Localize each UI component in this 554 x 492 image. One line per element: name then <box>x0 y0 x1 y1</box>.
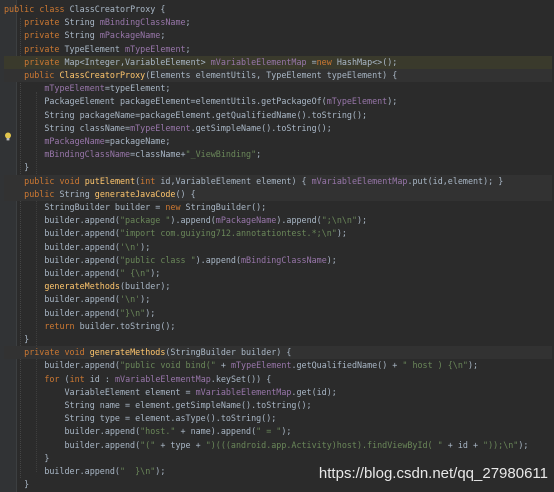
code-line[interactable]: private String mBindingClassName; <box>4 16 552 29</box>
code-line[interactable]: mBindingClassName=className+"_ViewBindin… <box>4 148 552 161</box>
code-line[interactable]: builder.append('\n'); <box>4 241 552 254</box>
code-line[interactable]: private TypeElement mTypeElement; <box>4 43 552 56</box>
code-editor[interactable]: public class ClassCreatorProxy { private… <box>0 0 554 492</box>
code-line[interactable]: String className=mTypeElement.getSimpleN… <box>4 122 552 135</box>
code-line[interactable]: } <box>4 452 552 465</box>
code-line[interactable]: StringBuilder builder = new StringBuilde… <box>4 201 552 214</box>
code-line[interactable]: } <box>4 333 552 346</box>
code-line[interactable]: } <box>4 161 552 174</box>
code-line[interactable]: private void generateMethods(StringBuild… <box>4 346 552 360</box>
code-line[interactable]: public String generateJavaCode() { <box>4 187 552 201</box>
code-line[interactable]: public void putElement(int id,VariableEl… <box>4 174 552 188</box>
code-line[interactable]: for (int id : mVariableElementMap.keySet… <box>4 373 552 386</box>
code-line[interactable]: builder.append("package ").append(mPacka… <box>4 214 552 227</box>
code-line[interactable]: builder.append('\n'); <box>4 293 552 306</box>
code-line[interactable]: builder.append("host." + name).append(" … <box>4 425 552 438</box>
watermark-text: https://blog.csdn.net/qq_27980611 <box>318 465 548 482</box>
code-line[interactable]: VariableElement element = mVariableEleme… <box>4 386 552 399</box>
code-line[interactable]: String name = element.getSimpleName().to… <box>4 399 552 412</box>
code-line[interactable]: generateMethods(builder); <box>4 280 552 293</box>
code-line[interactable]: private Map<Integer,VariableElement> mVa… <box>4 55 552 69</box>
code-line[interactable]: public ClassCreatorProxy(Elements elemen… <box>4 69 552 82</box>
code-line[interactable]: public class ClassCreatorProxy { <box>4 3 552 16</box>
code-line[interactable]: builder.append(" {\n"); <box>4 267 552 280</box>
code-line[interactable]: mPackageName=packageName; <box>4 135 552 148</box>
code-line[interactable]: builder.append("public class ").append(m… <box>4 254 552 267</box>
code-line[interactable]: mTypeElement=typeElement; <box>4 82 552 95</box>
code-line[interactable]: builder.append("public void bind(" + mTy… <box>4 359 552 372</box>
code-line[interactable]: return builder.toString(); <box>4 320 552 333</box>
code-line[interactable]: private String mPackageName; <box>4 29 552 42</box>
code-line[interactable]: builder.append("}\n"); <box>4 307 552 320</box>
code-line[interactable]: PackageElement packageElement=elementUti… <box>4 95 552 108</box>
code-line[interactable]: builder.append("(" + type + ")(((android… <box>4 439 552 452</box>
code-line[interactable]: String packageName=packageElement.getQua… <box>4 109 552 122</box>
code-line[interactable]: builder.append("import com.guiying712.an… <box>4 227 552 240</box>
code-line[interactable]: String type = element.asType().toString(… <box>4 412 552 425</box>
